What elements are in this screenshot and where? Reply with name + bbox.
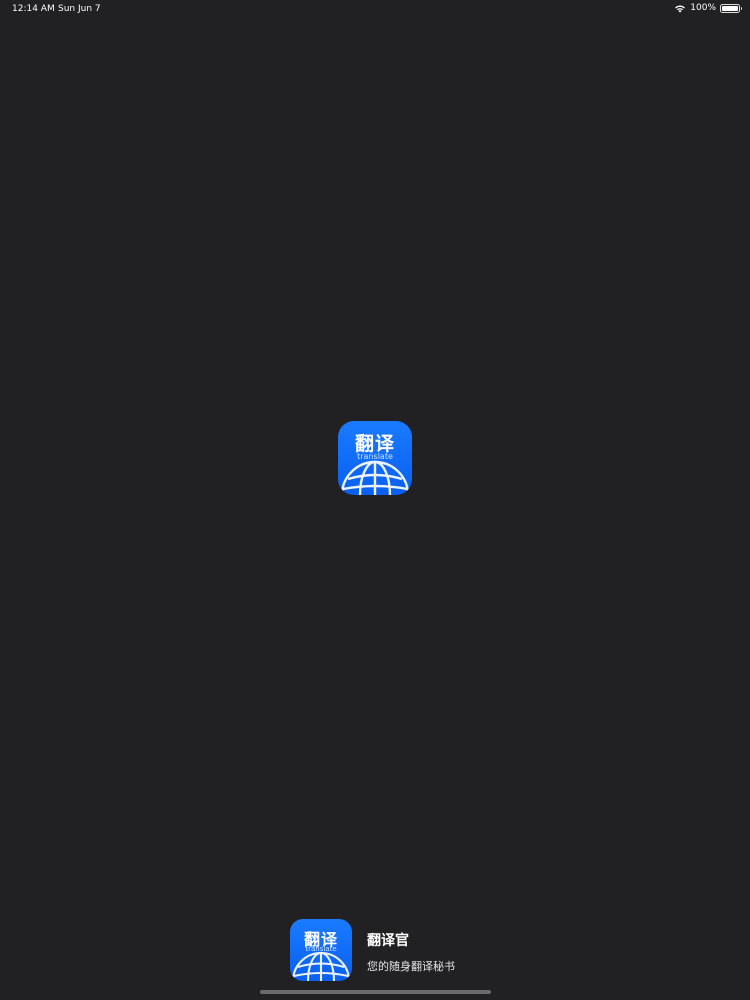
launch-screen: 12:14 AM Sun Jun 7 100% 翻译 translate 翻译 … [0, 0, 750, 1000]
status-time: 12:14 AM [12, 4, 55, 14]
battery-fill [722, 5, 738, 11]
status-indicators: 100% [674, 3, 742, 13]
status-date: Sun Jun 7 [58, 4, 101, 14]
footer-app-icon: 翻译 translate [290, 919, 352, 981]
globe-icon [340, 460, 410, 495]
app-name: 翻译官 [367, 933, 409, 949]
app-logo-icon: 翻译 translate [338, 421, 412, 495]
home-indicator[interactable] [260, 990, 491, 994]
battery-percent: 100% [690, 3, 716, 13]
wifi-icon [674, 4, 686, 13]
globe-icon [291, 951, 351, 981]
battery-icon [720, 3, 742, 13]
status-bar: 12:14 AM Sun Jun 7 100% [0, 0, 750, 20]
app-slogan: 您的随身翻译秘书 [367, 960, 455, 973]
